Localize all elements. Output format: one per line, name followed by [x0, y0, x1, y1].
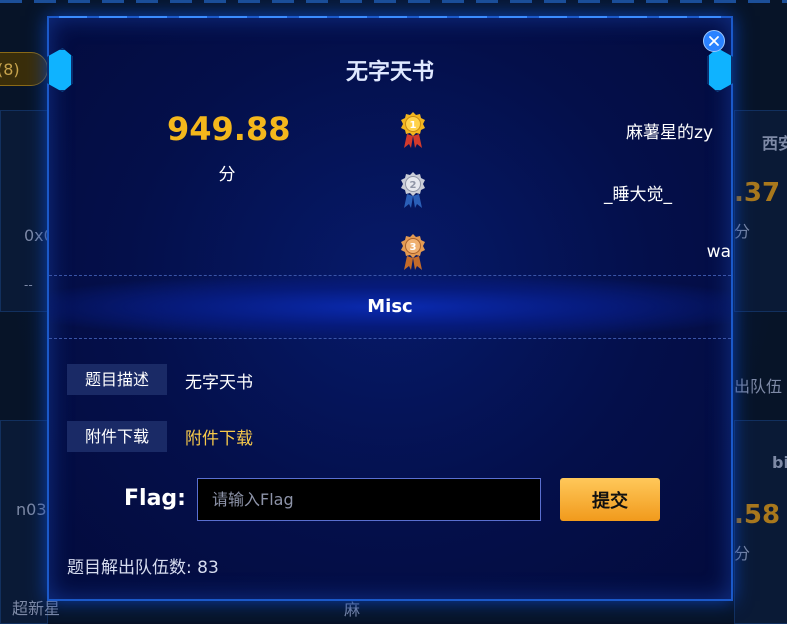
silver-medal-icon: 2 [398, 170, 428, 210]
description-label: 题目描述 [67, 364, 167, 395]
solves-row: 题目解出队伍数: 83 [67, 553, 219, 578]
background-score: .37 [734, 178, 781, 208]
svg-text:1: 1 [410, 120, 417, 131]
solves-label: 题目解出队伍数: [67, 558, 192, 578]
description-text: 无字天书 [185, 373, 253, 393]
background-count-pill: (8) [0, 52, 48, 86]
background-text: 分 [734, 222, 751, 241]
challenge-category: Misc [367, 296, 413, 317]
challenge-score: 949.88 [167, 110, 291, 148]
background-text: bi [772, 453, 787, 472]
background-card [0, 420, 48, 624]
svg-text:3: 3 [410, 242, 417, 253]
background-text: 西安 [762, 134, 787, 153]
category-band: Misc [49, 275, 731, 339]
background-text: 分 [734, 544, 751, 563]
challenge-title: 无字天书 [345, 60, 434, 85]
challenge-modal: 无字天书 949.88 分 1 麻薯星的zy 2 _睡大觉_ 3 wa Misc… [47, 16, 733, 601]
attachment-download-link[interactable]: 附件下载 [185, 424, 253, 449]
submit-button[interactable]: 提交 [560, 478, 660, 521]
flag-input[interactable] [197, 478, 541, 521]
solves-count: 83 [197, 558, 219, 578]
background-text: -- [24, 278, 33, 292]
background-score: .58 [734, 500, 781, 530]
gold-medal-icon: 1 [398, 110, 428, 150]
background-text: 出队伍 [734, 377, 783, 396]
close-icon [709, 36, 719, 46]
rank-3-team: wa [706, 242, 731, 262]
close-button[interactable] [703, 30, 725, 52]
rank-1-team: 麻薯星的zy [626, 123, 713, 143]
score-unit: 分 [218, 165, 236, 185]
background-top-border [0, 0, 787, 3]
modal-top-border [59, 16, 721, 18]
attachment-label: 附件下载 [67, 421, 167, 452]
bronze-medal-icon: 3 [398, 232, 428, 272]
flag-label: Flag: [124, 486, 186, 511]
svg-text:2: 2 [410, 180, 417, 191]
background-text: n03 [16, 500, 47, 519]
rank-2-team: _睡大觉_ [604, 185, 672, 205]
